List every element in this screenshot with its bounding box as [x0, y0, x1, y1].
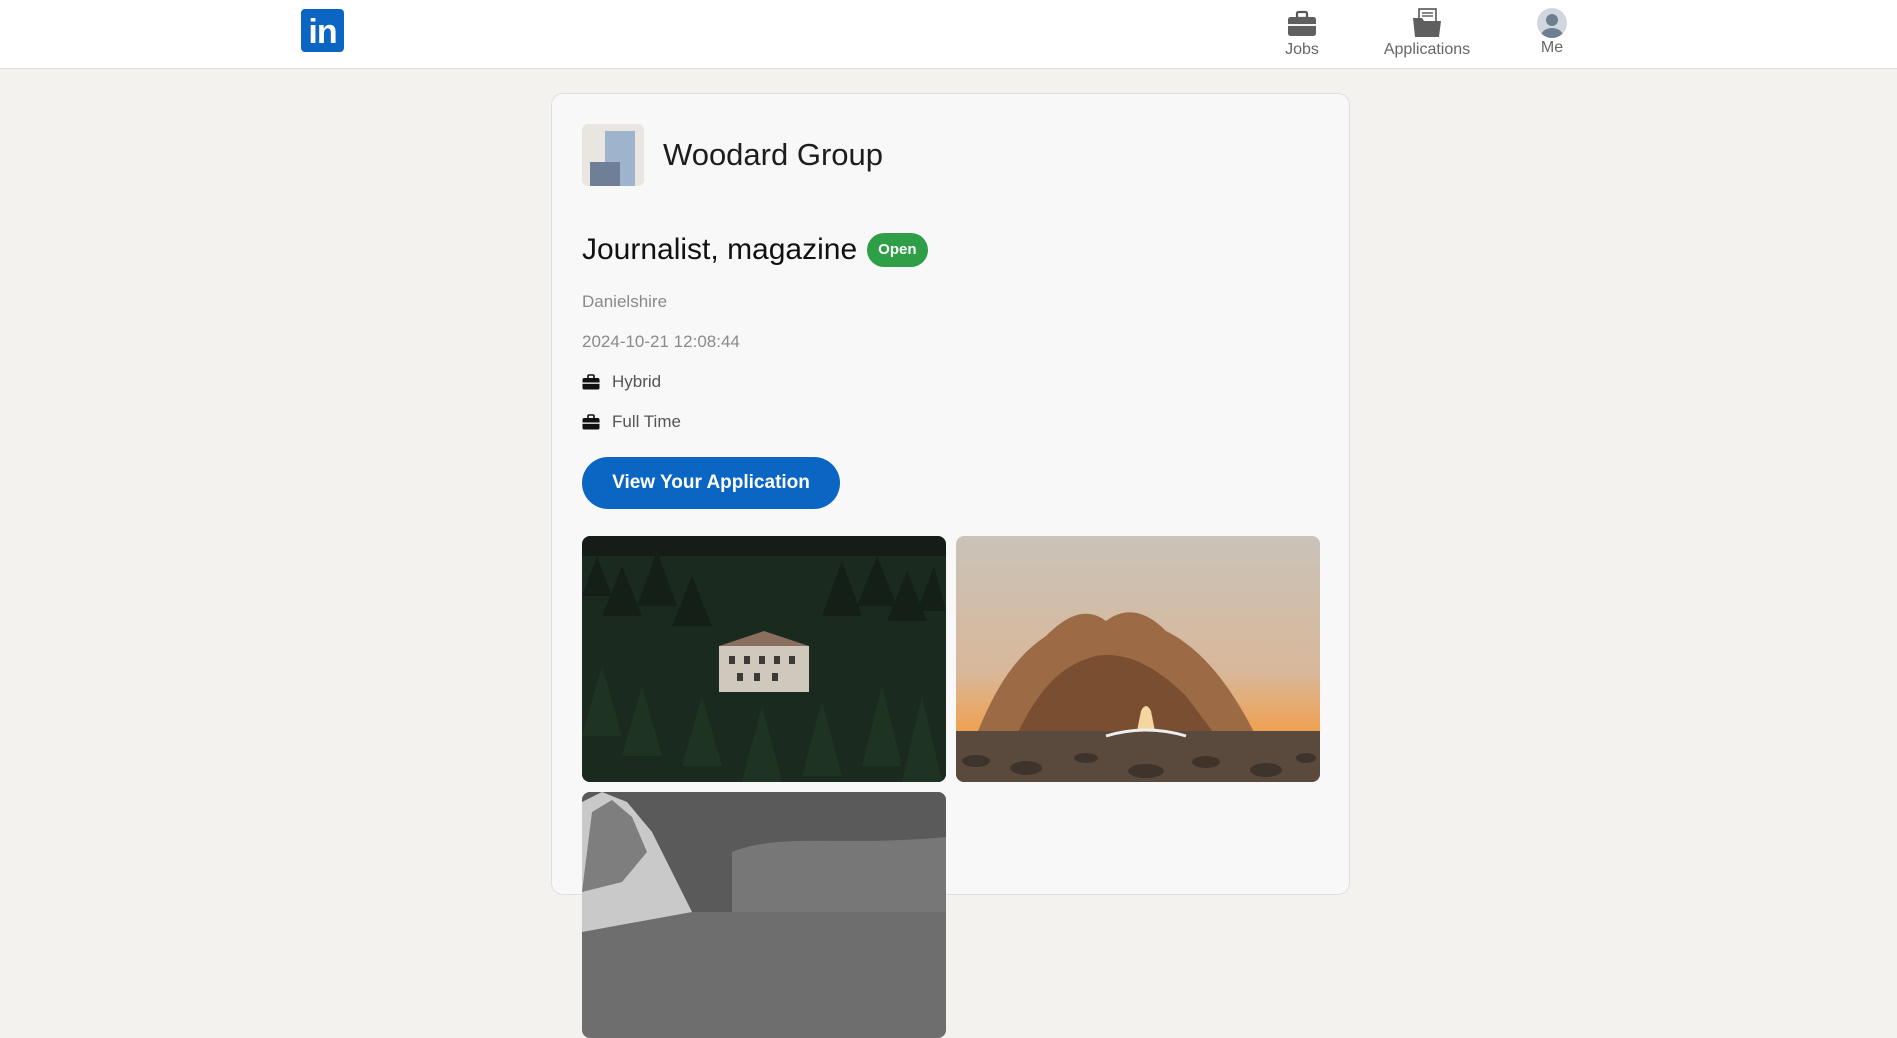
avatar-body: [1541, 28, 1563, 38]
company-logo: [582, 124, 644, 186]
job-detail-card: Woodard Group Journalist, magazine Open …: [551, 93, 1350, 1038]
job-location: Danielshire: [582, 292, 668, 311]
gallery-image-misty-mountain[interactable]: [582, 792, 946, 1038]
nav-applications-label: Applications: [1383, 41, 1471, 58]
avatar-head: [1546, 14, 1558, 26]
job-title: Journalist, magazine: [582, 233, 858, 266]
company-logo-shape-short: [590, 162, 620, 186]
view-application-button[interactable]: View Your Application: [582, 457, 840, 509]
employment-type-label: Full Time: [612, 412, 681, 431]
top-nav-bar: in Jobs Applications Me: [0, 0, 1897, 69]
status-badge: Open: [867, 233, 928, 267]
gallery-image-forest-castle[interactable]: [582, 536, 946, 782]
job-title-row: Journalist, magazine Open: [582, 232, 928, 268]
nav-jobs[interactable]: Jobs: [1280, 8, 1324, 58]
gallery-image-sea-arch[interactable]: [956, 536, 1320, 782]
workplace-type-label: Hybrid: [612, 372, 662, 391]
briefcase-icon: [1288, 10, 1316, 36]
folder-documents-icon: [1413, 8, 1441, 37]
nav-me-label: Me: [1540, 39, 1564, 56]
avatar-icon: [1537, 8, 1567, 38]
briefcase-icon: [582, 374, 600, 390]
workplace-type: Hybrid: [582, 372, 661, 392]
employment-type: Full Time: [582, 412, 681, 432]
nav-me[interactable]: Me: [1532, 8, 1572, 56]
briefcase-icon: [582, 414, 600, 430]
nav-applications[interactable]: Applications: [1383, 8, 1471, 58]
linkedin-logo[interactable]: in: [301, 9, 344, 52]
job-posted-date: 2024-10-21 12:08:44: [582, 332, 740, 351]
nav-jobs-label: Jobs: [1285, 41, 1319, 58]
company-name[interactable]: Woodard Group: [663, 137, 883, 173]
